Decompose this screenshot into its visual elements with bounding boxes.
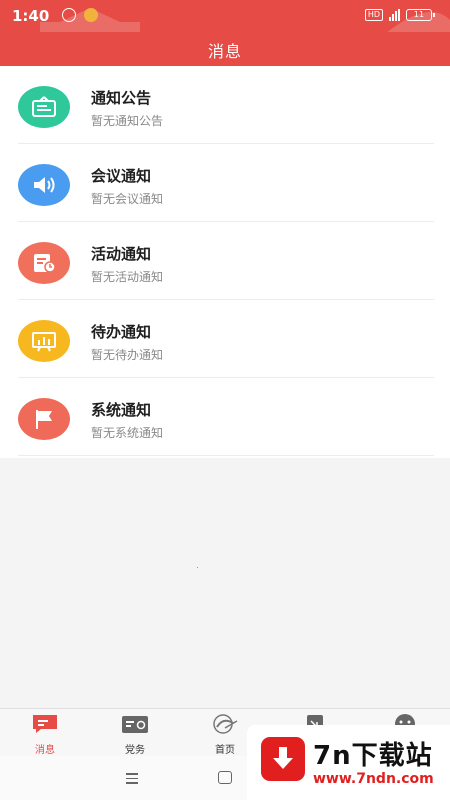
item-title: 通知公告 — [91, 89, 152, 107]
item-title: 系统通知 — [91, 401, 152, 419]
alarm-icon — [62, 8, 76, 22]
list-item-meeting[interactable]: 会议通知 暂无会议通知 — [0, 144, 450, 222]
notice-board-icon — [18, 86, 70, 128]
status-right: HD 11 — [364, 9, 435, 21]
flag-icon — [18, 398, 70, 440]
list-item-system[interactable]: 系统通知 暂无系统通知 — [0, 378, 450, 456]
item-subtitle: 暂无待办通知 — [91, 348, 164, 362]
item-subtitle: 暂无会议通知 — [91, 192, 164, 206]
page-title: 消息 — [207, 42, 242, 61]
home-button[interactable] — [218, 771, 232, 784]
battery-level: 11 — [413, 10, 425, 19]
menu-icon[interactable] — [126, 773, 138, 787]
status-bar: 1:40 HD 11 — [0, 0, 450, 66]
watermark-url: www.7ndn.com — [313, 771, 434, 787]
tab-label: 消息 — [35, 745, 55, 756]
item-title: 会议通知 — [91, 167, 152, 185]
watermark-title: 7n下载站 — [313, 741, 433, 771]
tab-label: 党务 — [125, 745, 145, 756]
list-item-notice[interactable]: 通知公告 暂无通知公告 — [0, 66, 450, 144]
chart-board-icon — [18, 320, 70, 362]
site-watermark: 7n下载站 www.7ndn.com — [247, 725, 450, 800]
tab-home[interactable]: 首页 — [200, 713, 250, 756]
list-item-activity[interactable]: 活动通知 暂无活动通知 — [0, 222, 450, 300]
title-bar: 消息 — [0, 32, 450, 66]
item-title: 活动通知 — [91, 245, 152, 263]
tab-message[interactable]: 消息 — [20, 713, 70, 756]
list-item-todo[interactable]: 待办通知 暂无待办通知 — [0, 300, 450, 378]
speaker-icon — [18, 164, 70, 206]
tab-label: 首页 — [215, 745, 235, 756]
item-subtitle: 暂无通知公告 — [91, 114, 164, 128]
calendar-clock-icon — [18, 242, 70, 284]
item-subtitle: 暂无活动通知 — [91, 270, 164, 284]
notification-list: 通知公告 暂无通知公告 会议通知 暂无会议通知 活动通知 暂无活动通知 待办通知… — [0, 66, 450, 458]
home-logo-icon — [213, 714, 238, 734]
message-icon — [33, 715, 57, 733]
status-time: 1:40 — [12, 7, 50, 25]
weibo-icon — [84, 8, 98, 22]
battery-icon: 11 — [406, 9, 435, 21]
hd-badge: HD — [364, 9, 383, 21]
divider — [18, 455, 434, 456]
party-affairs-icon — [122, 716, 148, 733]
tab-party-affairs[interactable]: 党务 — [110, 713, 160, 756]
item-title: 待办通知 — [91, 323, 152, 341]
signal-icon — [389, 9, 400, 21]
download-icon — [261, 737, 305, 781]
stray-dot — [197, 567, 198, 568]
item-subtitle: 暂无系统通知 — [91, 426, 164, 440]
